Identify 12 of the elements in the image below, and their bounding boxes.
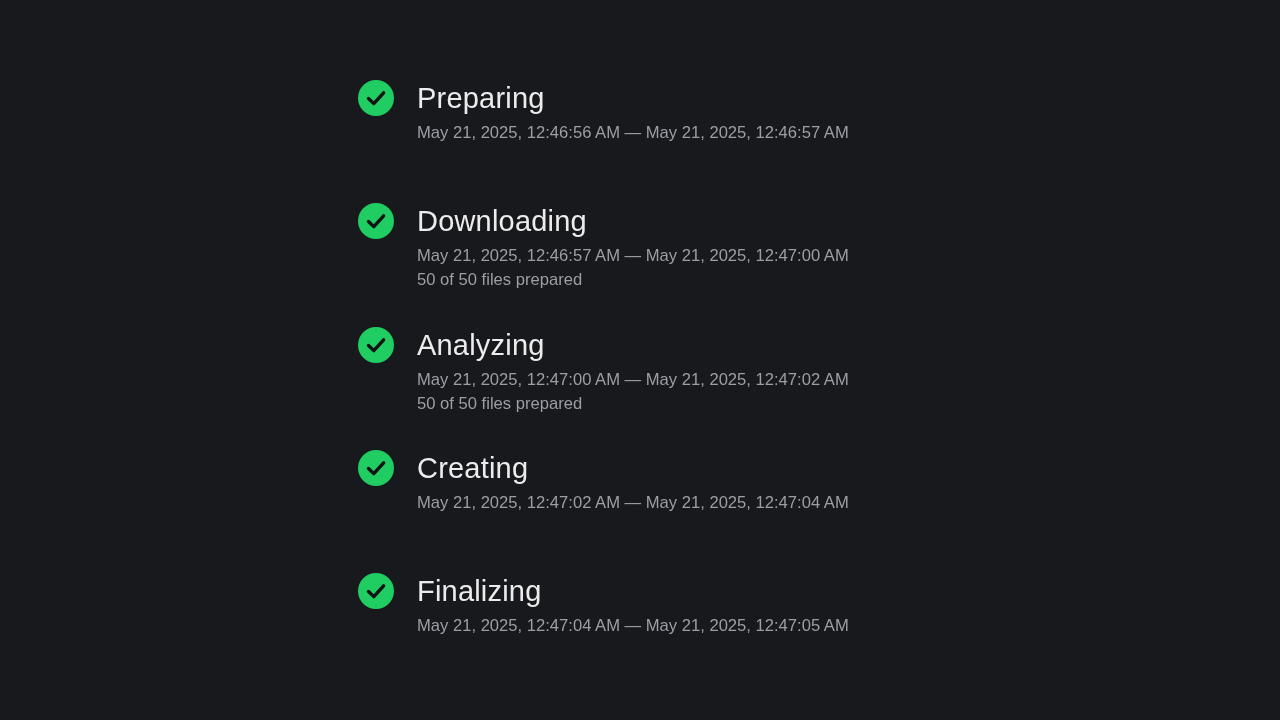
step-title: Downloading — [417, 204, 587, 240]
step-detail: 50 of 50 files prepared — [417, 269, 583, 292]
time-range: May 21, 2025, 12:47:02 AM — May 21, 2025, 12:47:04 AM — [417, 491, 849, 514]
time-range: May 21, 2025, 12:47:04 AM — May 21, 2025, 12:47:05 AM — [417, 615, 849, 637]
step-title: Creating — [417, 450, 529, 486]
step-title: Analyzing — [417, 327, 545, 363]
step-title: Finalizing — [417, 574, 542, 609]
time-range: May 21, 2025, 12:46:57 AM — May 21, 2025, 12:47:00 AM — [417, 245, 849, 268]
step-detail: 50 of 50 files prepared — [417, 392, 583, 415]
time-range: May 21, 2025, 12:47:00 AM — May 21, 2025, 12:47:02 AM — [417, 368, 849, 391]
time-range: May 21, 2025, 12:46:56 AM — May 21, 2025, 12:46:57 AM — [417, 122, 849, 144]
step-title: Preparing — [417, 81, 545, 116]
